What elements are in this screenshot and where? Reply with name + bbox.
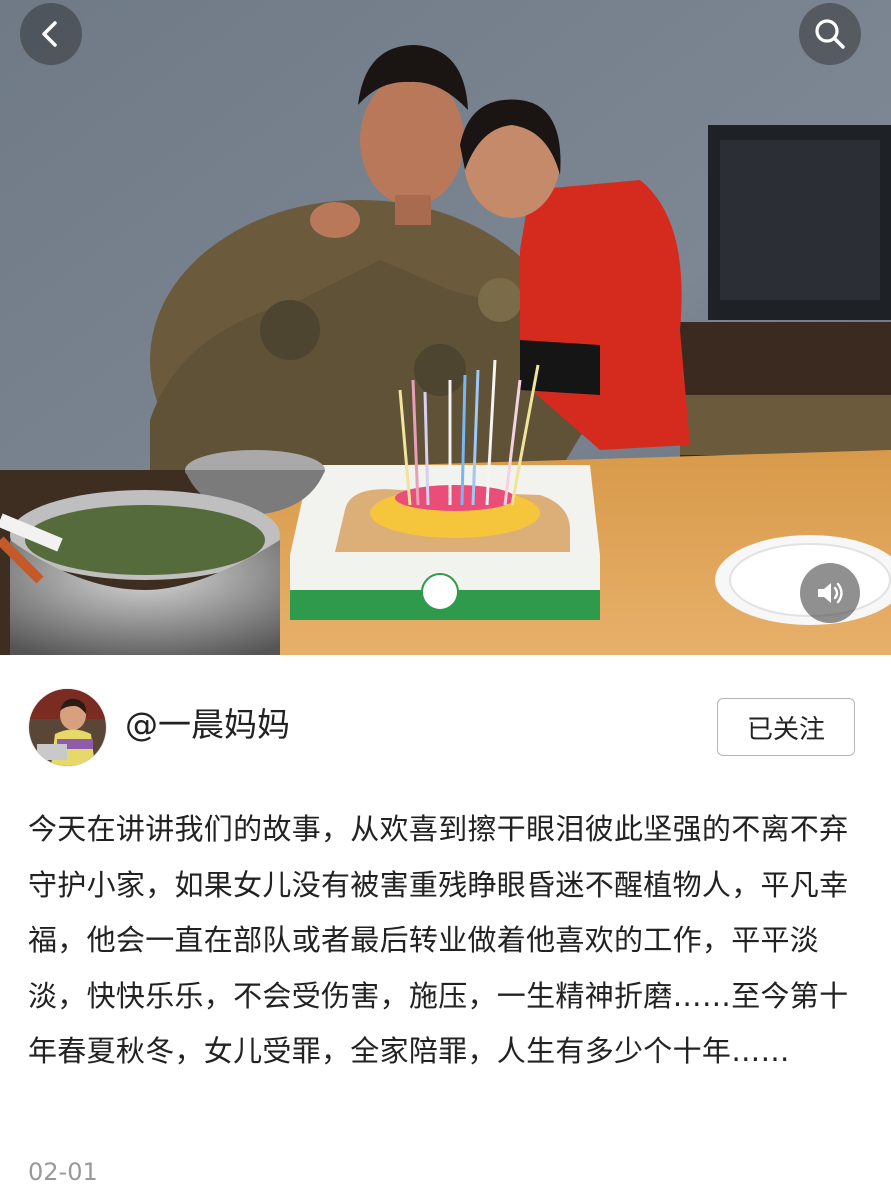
post-text: 今天在讲讲我们的故事，从欢喜到擦干眼泪彼此坚强的不离不弃守护小家，如果女儿没有被… [28,812,849,1068]
post-photo[interactable] [0,0,891,655]
search-icon [815,19,845,49]
photo-illustration [0,0,891,655]
avatar[interactable] [28,688,107,767]
author-row: @一晨妈妈 已关注 [0,688,891,768]
search-button[interactable] [799,3,861,65]
chevron-left-icon [42,21,57,47]
post-date: 02-01 [28,1158,98,1186]
follow-button[interactable]: 已关注 [717,698,855,756]
back-button[interactable] [20,3,82,65]
avatar-image [29,689,106,766]
speaker-icon [818,582,843,604]
sound-toggle-button[interactable] [800,563,860,623]
author-name[interactable]: @一晨妈妈 [125,700,290,750]
